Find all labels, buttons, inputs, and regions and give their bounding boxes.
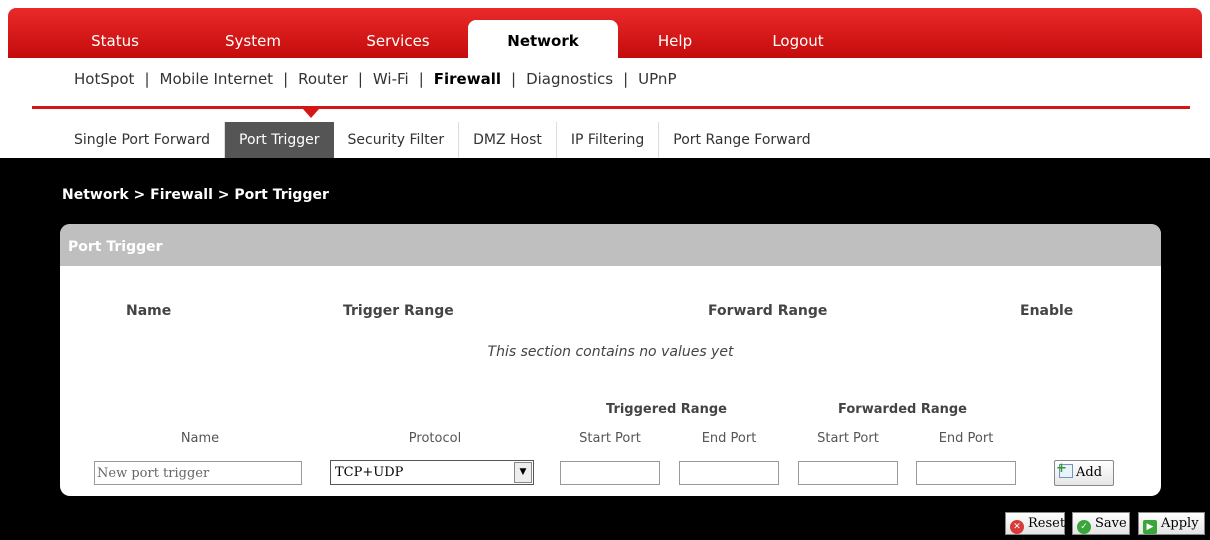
main-tab-system[interactable]: System — [208, 24, 298, 58]
main-tab-status[interactable]: Status — [70, 24, 160, 58]
tab-port-trigger[interactable]: Port Trigger — [225, 122, 334, 158]
sub-nav: HotSpot | Mobile Internet | Router | Wi-Fi | Fir… — [74, 70, 677, 100]
apply-label: Apply — [1161, 516, 1199, 531]
tab-security-filter[interactable]: Security Filter — [334, 122, 460, 158]
label-trigger-end-port: End Port — [701, 431, 757, 446]
label-forward-start-port: Start Port — [817, 431, 879, 446]
port-trigger-panel: Port Trigger Name Trigger Range Forward … — [60, 224, 1161, 496]
tab-dmz-host[interactable]: DMZ Host — [459, 122, 557, 158]
group-header-forwarded-range: Forwarded Range — [838, 402, 968, 417]
column-header-forward-range: Forward Range — [708, 303, 828, 319]
subnav-separator: | — [357, 70, 363, 88]
column-header-trigger-range: Trigger Range — [343, 303, 454, 319]
subnav-wifi[interactable]: Wi-Fi — [373, 70, 409, 88]
subnav-mobile-internet[interactable]: Mobile Internet — [160, 70, 274, 88]
apply-button[interactable]: ▶ Apply — [1138, 512, 1205, 535]
subnav-separator: | — [144, 70, 150, 88]
reset-label: Reset — [1028, 516, 1066, 531]
main-tab-logout[interactable]: Logout — [758, 24, 838, 58]
subnav-separator: | — [623, 70, 629, 88]
save-button[interactable]: ✓ Save — [1072, 512, 1130, 535]
main-tab-services[interactable]: Services — [348, 24, 448, 58]
subnav-firewall[interactable]: Firewall — [434, 70, 501, 88]
apply-icon: ▶ — [1143, 520, 1157, 534]
trigger-end-port-input[interactable] — [679, 461, 779, 485]
forward-end-port-input[interactable] — [916, 461, 1016, 485]
subnav-separator: | — [283, 70, 289, 88]
active-pointer-icon — [303, 109, 319, 118]
group-header-triggered-range: Triggered Range — [606, 402, 727, 417]
main-tab-help[interactable]: Help — [640, 24, 710, 58]
save-label: Save — [1095, 516, 1127, 531]
subnav-diagnostics[interactable]: Diagnostics — [526, 70, 613, 88]
tab-port-range-forward[interactable]: Port Range Forward — [659, 122, 824, 158]
tab-ip-filtering[interactable]: IP Filtering — [557, 122, 660, 158]
chevron-down-icon[interactable]: ▼ — [514, 462, 532, 483]
subnav-router[interactable]: Router — [298, 70, 348, 88]
trigger-start-port-input[interactable] — [560, 461, 660, 485]
tab-single-port-forward[interactable]: Single Port Forward — [60, 122, 225, 158]
subnav-separator: | — [418, 70, 424, 88]
protocol-value: TCP+UDP — [335, 465, 404, 480]
protocol-select[interactable]: TCP+UDP ▼ — [330, 460, 534, 485]
firewall-tabs: Single Port Forward Port Trigger Securit… — [60, 122, 825, 158]
label-forward-end-port: End Port — [938, 431, 994, 446]
column-header-enable: Enable — [1020, 303, 1074, 319]
column-header-name: Name — [126, 303, 172, 319]
label-trigger-start-port: Start Port — [579, 431, 641, 446]
subnav-separator: | — [511, 70, 517, 88]
add-button[interactable]: Add — [1054, 457, 1114, 486]
add-icon — [1056, 457, 1073, 481]
label-protocol: Protocol — [408, 431, 462, 446]
name-input[interactable] — [94, 461, 302, 485]
reset-button[interactable]: ✕ Reset — [1005, 512, 1065, 535]
save-icon: ✓ — [1077, 520, 1091, 534]
label-name: Name — [180, 431, 220, 446]
empty-message: This section contains no values yet — [487, 344, 734, 360]
add-label: Add — [1076, 465, 1103, 480]
subnav-hotspot[interactable]: HotSpot — [74, 70, 134, 88]
main-tab-network[interactable]: Network — [468, 20, 618, 58]
subnav-upnp[interactable]: UPnP — [638, 70, 676, 88]
main-nav: Status System Services Network Help Logo… — [8, 8, 1202, 58]
forward-start-port-input[interactable] — [798, 461, 898, 485]
panel-title: Port Trigger — [60, 224, 1161, 266]
reset-icon: ✕ — [1010, 520, 1024, 534]
subnav-divider — [32, 106, 1190, 109]
breadcrumb: Network > Firewall > Port Trigger — [62, 187, 329, 203]
